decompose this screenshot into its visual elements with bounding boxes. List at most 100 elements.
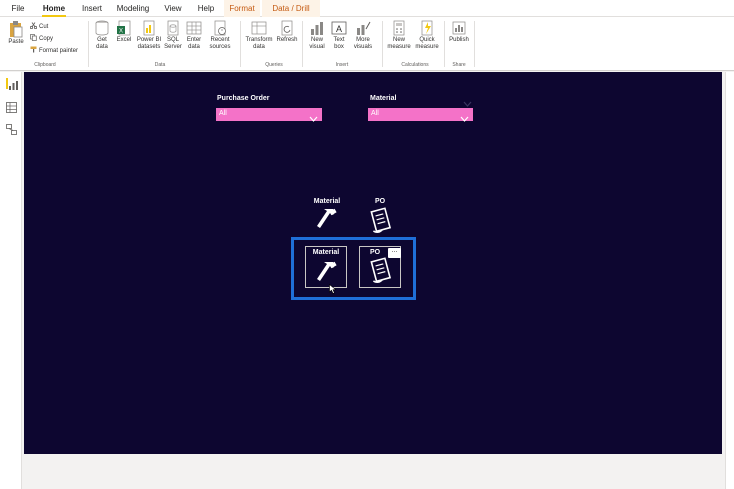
publish-button[interactable]: Publish: [448, 20, 470, 44]
tab-modeling[interactable]: Modeling: [112, 0, 154, 17]
tab-help[interactable]: Help: [192, 0, 220, 17]
quick-measure-icon: [419, 20, 435, 36]
group-separator: [382, 21, 383, 67]
paste-button[interactable]: Paste: [6, 20, 26, 46]
enter-data-button[interactable]: Enter data: [185, 20, 203, 51]
text-box-icon: A: [331, 20, 347, 36]
cut-button[interactable]: Cut: [29, 22, 49, 32]
document-icon[interactable]: [366, 207, 394, 235]
excel-icon: X: [116, 20, 132, 36]
publish-label: Publish: [449, 37, 469, 43]
copy-button[interactable]: Copy: [30, 34, 53, 44]
calculator-icon: [391, 20, 407, 36]
refresh-icon: [279, 20, 295, 36]
get-data-label: Get data: [96, 37, 108, 50]
tab-insert[interactable]: Insert: [76, 0, 108, 17]
enter-data-label: Enter data: [186, 37, 202, 50]
purchase-order-dropdown[interactable]: All: [216, 108, 322, 122]
more-visuals-button[interactable]: More visuals: [350, 20, 376, 51]
chevron-down-icon: [460, 110, 469, 122]
report-view-icon[interactable]: [6, 78, 18, 90]
more-options-button[interactable]: ...: [388, 247, 401, 258]
group-separator: [474, 21, 475, 67]
po-button-label: PO: [369, 249, 381, 256]
material-button[interactable]: Material: [305, 246, 347, 288]
material-dropdown[interactable]: All: [368, 108, 473, 122]
chevron-down-icon[interactable]: [463, 95, 472, 107]
svg-text:A: A: [336, 24, 342, 34]
clipboard-group-label: Clipboard: [34, 62, 56, 68]
material-slicer-title: Material: [370, 95, 397, 102]
paste-label: Paste: [8, 39, 24, 45]
copy-label: Copy: [39, 36, 54, 42]
new-visual-button[interactable]: New visual: [306, 20, 328, 51]
group-separator: [88, 21, 89, 67]
excel-button[interactable]: X Excel: [115, 20, 133, 44]
new-measure-button[interactable]: New measure: [386, 20, 412, 51]
tab-file[interactable]: File: [6, 0, 30, 17]
transform-data-label: Transform data: [245, 37, 273, 50]
group-separator: [302, 21, 303, 67]
refresh-label: Refresh: [276, 37, 298, 43]
sql-server-button[interactable]: SQL Server: [164, 20, 182, 51]
chart-icon: [309, 20, 325, 36]
document-icon: [366, 257, 394, 285]
po-icon-label: PO: [374, 198, 386, 205]
table-view-icon[interactable]: [6, 100, 17, 113]
data-group-label: Data: [154, 62, 166, 68]
get-data-button[interactable]: Get data: [92, 20, 112, 51]
svg-text:X: X: [119, 29, 123, 35]
transform-data-button[interactable]: Transform data: [244, 20, 274, 51]
refresh-button[interactable]: Refresh: [276, 20, 298, 44]
cut-label: Cut: [39, 24, 49, 30]
dataset-icon: [141, 20, 157, 36]
text-box-button[interactable]: A Text box: [330, 20, 348, 51]
powerbi-datasets-button[interactable]: Power BI datasets: [136, 20, 162, 51]
quick-measure-button[interactable]: Quick measure: [414, 20, 440, 51]
format-painter-label: Format painter: [39, 48, 79, 54]
side-pane-strip: [725, 72, 734, 489]
share-group-label: Share: [452, 62, 466, 68]
powerbi-datasets-label: Power BI datasets: [136, 37, 162, 50]
transform-icon: [251, 20, 267, 36]
table-icon: [186, 20, 202, 36]
material-button-label: Material: [312, 249, 340, 256]
recent-sources-label: Recent sources: [209, 37, 231, 50]
material-icon-label: Material: [313, 198, 341, 205]
new-measure-label: New measure: [387, 37, 411, 50]
tab-view[interactable]: View: [158, 0, 188, 17]
excel-label: Excel: [116, 37, 132, 43]
copy-icon: [30, 34, 37, 41]
tab-data-drill[interactable]: Data / Drill: [262, 0, 320, 17]
more-visuals-label: More visuals: [353, 37, 373, 50]
ribbon: Paste Cut Copy Format painter Clipboard …: [0, 17, 734, 71]
more-visuals-icon: [355, 20, 371, 36]
hammer-icon[interactable]: [314, 206, 340, 232]
chevron-down-icon: [309, 110, 318, 122]
recent-sources-icon: [212, 20, 228, 36]
page-tabs-area: [24, 455, 724, 489]
group-separator: [444, 21, 445, 67]
view-switcher-rail: [0, 72, 22, 489]
format-painter-icon: [30, 46, 37, 53]
calculations-group-label: Calculations: [401, 62, 429, 68]
tab-home[interactable]: Home: [38, 0, 70, 17]
format-painter-button[interactable]: Format painter: [30, 46, 78, 56]
model-view-icon[interactable]: [6, 122, 17, 135]
database-icon: [94, 20, 110, 36]
sql-icon: [165, 20, 181, 36]
material-value: All: [371, 110, 379, 117]
purchase-order-value: All: [219, 110, 227, 117]
cut-icon: [29, 22, 38, 30]
new-visual-label: New visual: [309, 37, 325, 50]
group-separator: [240, 21, 241, 67]
insert-group-label: Insert: [335, 62, 349, 68]
publish-icon: [451, 20, 467, 36]
menu-bar: File Home Insert Modeling View Help Form…: [0, 0, 734, 17]
po-button[interactable]: PO ...: [359, 246, 401, 288]
queries-group-label: Queries: [265, 62, 283, 68]
cursor-icon: [329, 281, 337, 294]
quick-measure-label: Quick measure: [415, 37, 439, 50]
recent-sources-button[interactable]: Recent sources: [206, 20, 234, 51]
tab-format[interactable]: Format: [224, 0, 260, 17]
